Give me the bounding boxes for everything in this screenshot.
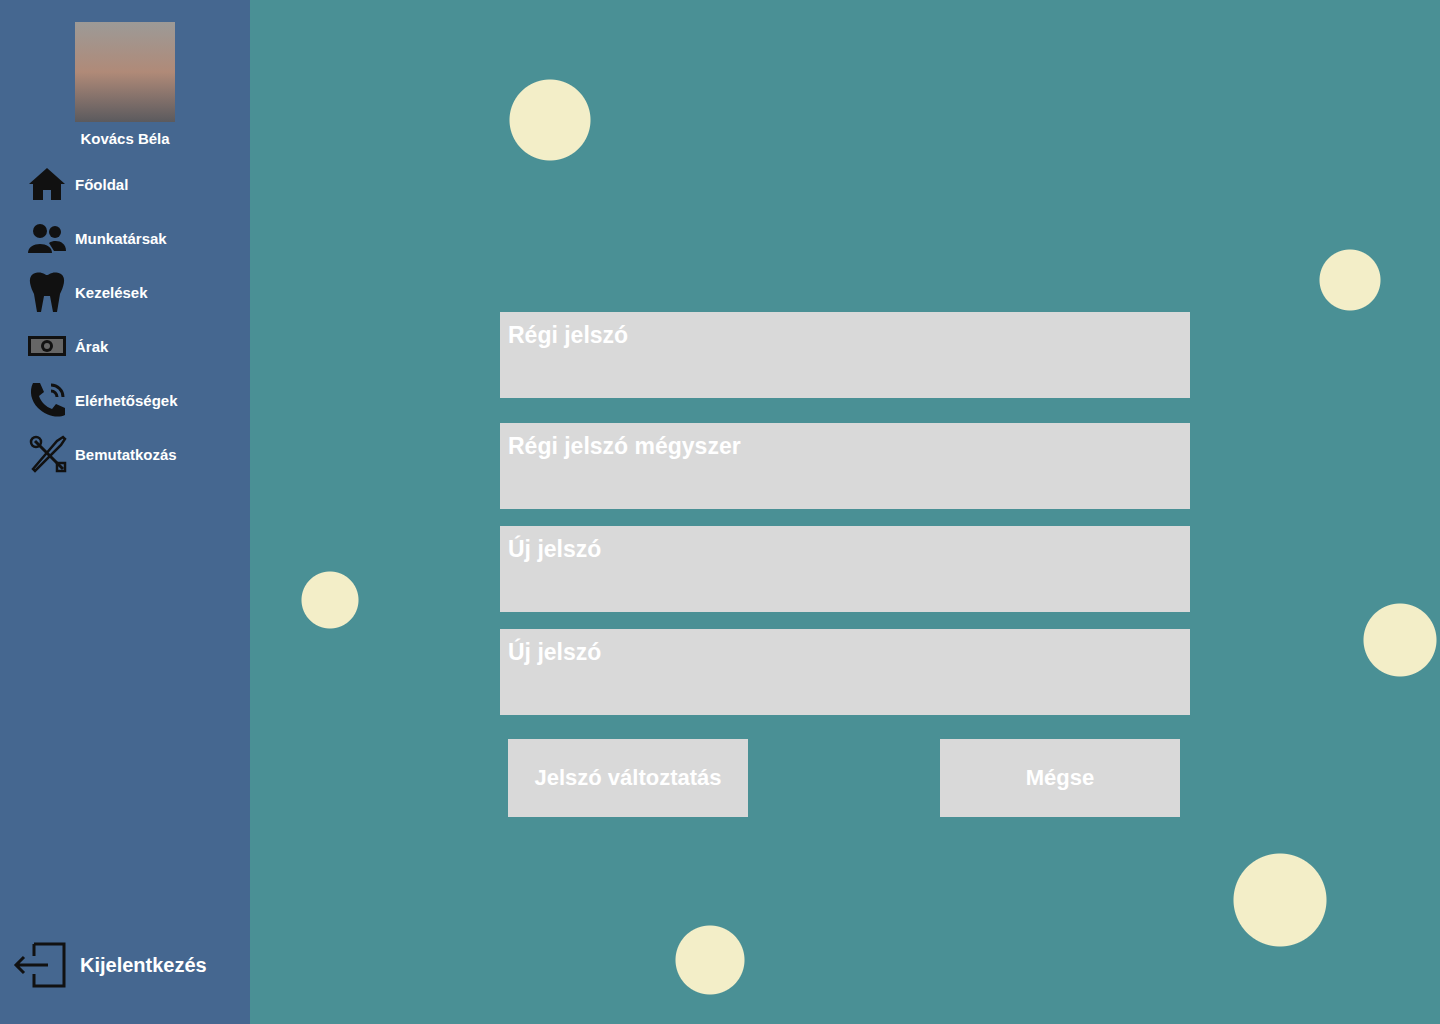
button-row: Jelszó változtatás Mégse [500, 739, 1190, 817]
sidebar-item-label: Elérhetőségek [75, 392, 178, 409]
sidebar-item[interactable]: Kezelések [27, 269, 250, 315]
sidebar-item-label: Munkatársak [75, 230, 167, 247]
sidebar-item-label: Főoldal [75, 176, 128, 193]
phone-icon [27, 379, 69, 421]
home-icon [27, 166, 67, 202]
logout-label: Kijelentkezés [80, 954, 207, 977]
password-field[interactable]: Új jelszó [500, 629, 1190, 715]
cancel-button[interactable]: Mégse [940, 739, 1180, 817]
password-field[interactable]: Régi jelszó mégyszer [500, 423, 1190, 509]
profile: Kovács Béla [0, 22, 250, 147]
sidebar-item[interactable]: Bemutatkozás [27, 431, 250, 477]
money-icon [27, 335, 67, 357]
sidebar-item-label: Kezelések [75, 284, 148, 301]
logout-icon [12, 940, 66, 990]
password-field[interactable]: Új jelszó [500, 526, 1190, 612]
sidebar-item-label: Árak [75, 338, 108, 355]
sidebar-nav: Főoldal Munkatársak Kezelések Árak Elérh… [0, 161, 250, 477]
password-field[interactable]: Régi jelszó [500, 312, 1190, 398]
main-area: Régi jelszó Régi jelszó mégyszer Új jelszó… [250, 0, 1440, 1024]
sidebar-item[interactable]: Elérhetőségek [27, 377, 250, 423]
sidebar-item[interactable]: Főoldal [27, 161, 250, 207]
sidebar: Kovács Béla Főoldal Munkatársak Kezelése… [0, 0, 250, 1024]
logout-button[interactable]: Kijelentkezés [0, 940, 250, 990]
sidebar-item-label: Bemutatkozás [75, 446, 177, 463]
change-password-button[interactable]: Jelszó változtatás [508, 739, 748, 817]
avatar-photo [75, 22, 175, 122]
sidebar-item[interactable]: Árak [27, 323, 250, 369]
sidebar-item[interactable]: Munkatársak [27, 215, 250, 261]
tools-icon [27, 433, 69, 475]
password-form: Régi jelszó Régi jelszó mégyszer Új jelszó… [500, 312, 1190, 1024]
page: Kovács Béla Főoldal Munkatársak Kezelése… [0, 0, 1440, 1024]
users-icon [27, 221, 67, 255]
user-name: Kovács Béla [80, 130, 169, 147]
tooth-icon [27, 270, 67, 314]
